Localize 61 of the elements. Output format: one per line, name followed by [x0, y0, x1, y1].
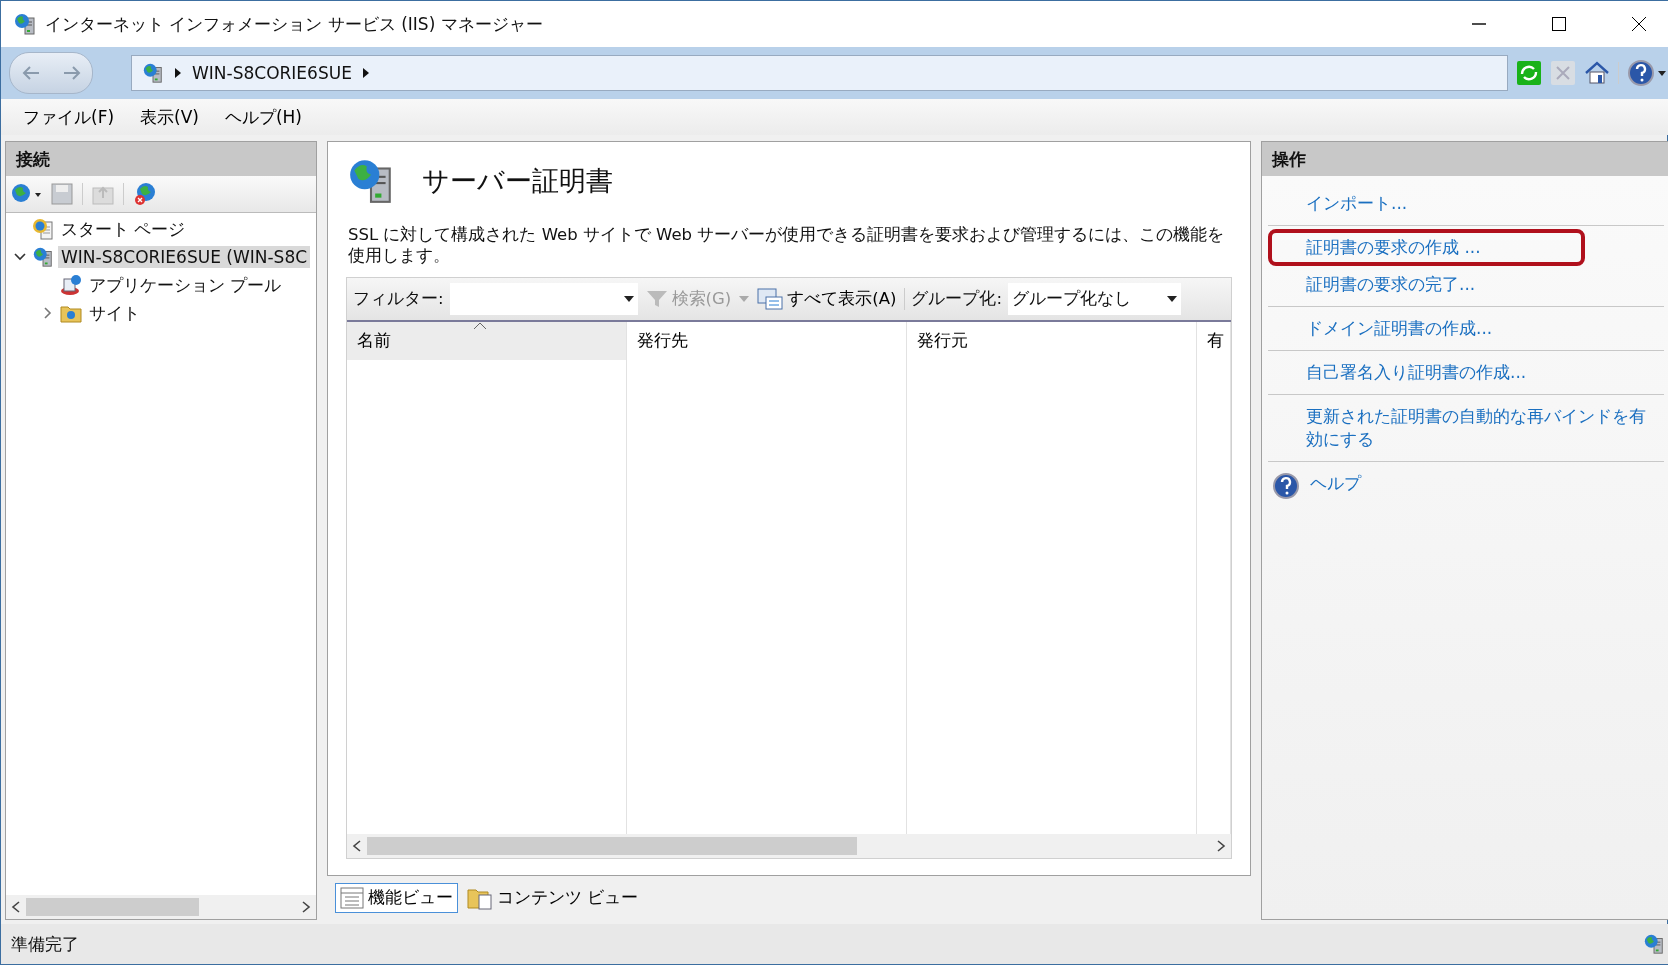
action-link[interactable]: 証明書の要求の作成 ...: [1268, 228, 1585, 266]
scroll-right-icon: [1215, 839, 1227, 853]
tree-item[interactable]: WIN-S8CORIE6SUE (WIN-S8C: [58, 246, 311, 268]
disconnect-icon[interactable]: [132, 181, 158, 207]
funnel-icon: [645, 288, 668, 309]
maximize-icon: [1551, 16, 1567, 32]
menu-item[interactable]: 表示(V): [130, 101, 209, 133]
help-icon: [1272, 471, 1300, 500]
panel-header: 操作: [1262, 142, 1668, 176]
minimize-icon: [1471, 23, 1487, 25]
horizontal-scrollbar[interactable]: [347, 834, 1231, 858]
action-link[interactable]: 更新された証明書の自動的な再バインドを有効にする: [1268, 397, 1664, 458]
server-globe-icon: [32, 246, 54, 268]
tree-item[interactable]: サイト: [86, 300, 143, 326]
globe-page-icon: [32, 218, 54, 240]
action-link[interactable]: ドメイン証明書の作成...: [1268, 309, 1664, 347]
app-icon: [13, 12, 37, 36]
help-button[interactable]: [1627, 59, 1667, 87]
close-icon: [1631, 16, 1647, 32]
menu-item[interactable]: ヘルプ(H): [214, 101, 312, 133]
feature-title: サーバー証明書: [422, 164, 613, 198]
show-all-button[interactable]: すべて表示(A): [755, 287, 899, 310]
scroll-left-icon: [10, 900, 22, 914]
horizontal-scrollbar[interactable]: [6, 895, 316, 919]
action-link[interactable]: インポート...: [1268, 185, 1664, 222]
menu-item[interactable]: ファイル(F): [13, 101, 125, 133]
dropdown-caret-icon: [1166, 295, 1177, 302]
address-field[interactable]: WIN-S8CORIE6SUE: [131, 55, 1508, 91]
windows-list-icon: [757, 287, 784, 310]
breadcrumb-arrow-icon: [174, 68, 182, 78]
folder-document-icon: [467, 886, 493, 910]
scroll-right-icon: [300, 900, 312, 914]
server-globe-icon: [142, 62, 164, 84]
action-link[interactable]: 自己署名入り証明書の作成...: [1268, 353, 1664, 391]
action-link[interactable]: 証明書の要求の完了...: [1268, 265, 1664, 303]
scroll-left-icon: [351, 839, 363, 853]
action-link[interactable]: ヘルプ: [1268, 464, 1664, 507]
group-by-combo[interactable]: グループ化なし: [1007, 282, 1181, 315]
breadcrumb-arrow-icon: [361, 68, 370, 78]
tree-item[interactable]: アプリケーション プール: [86, 272, 285, 298]
app-pool-icon: [60, 274, 82, 296]
home-button[interactable]: [1584, 60, 1610, 86]
dropdown-caret-icon: [623, 295, 634, 302]
column-header[interactable]: 名前: [347, 321, 626, 360]
tree-item[interactable]: スタート ページ: [58, 216, 189, 242]
view-tab[interactable]: コンテンツ ビュー: [462, 883, 644, 913]
feature-description: SSL に対して構成された Web サイトで Web サーバーが使用できる証明書を要求および管理するには、この機能を使用します。: [348, 224, 1226, 267]
status-server-icon: [1643, 933, 1665, 955]
save-icon[interactable]: [50, 182, 74, 206]
dropdown-caret-icon: [739, 295, 750, 302]
refresh-button[interactable]: [1516, 60, 1542, 86]
status-text: 準備完了: [11, 932, 79, 956]
group-by-label: グループ化:: [911, 287, 1002, 310]
breadcrumb[interactable]: WIN-S8CORIE6SUE: [192, 63, 352, 83]
filter-label: フィルター:: [353, 287, 444, 310]
stop-button[interactable]: [1550, 60, 1576, 86]
window-title: インターネット インフォメーション サービス (IIS) マネージャー: [45, 12, 544, 36]
view-tab[interactable]: 機能ビュー: [335, 883, 458, 913]
sort-ascending-icon: [472, 321, 487, 330]
panel-header: 接続: [6, 142, 316, 176]
list-grid-icon: [340, 887, 364, 909]
